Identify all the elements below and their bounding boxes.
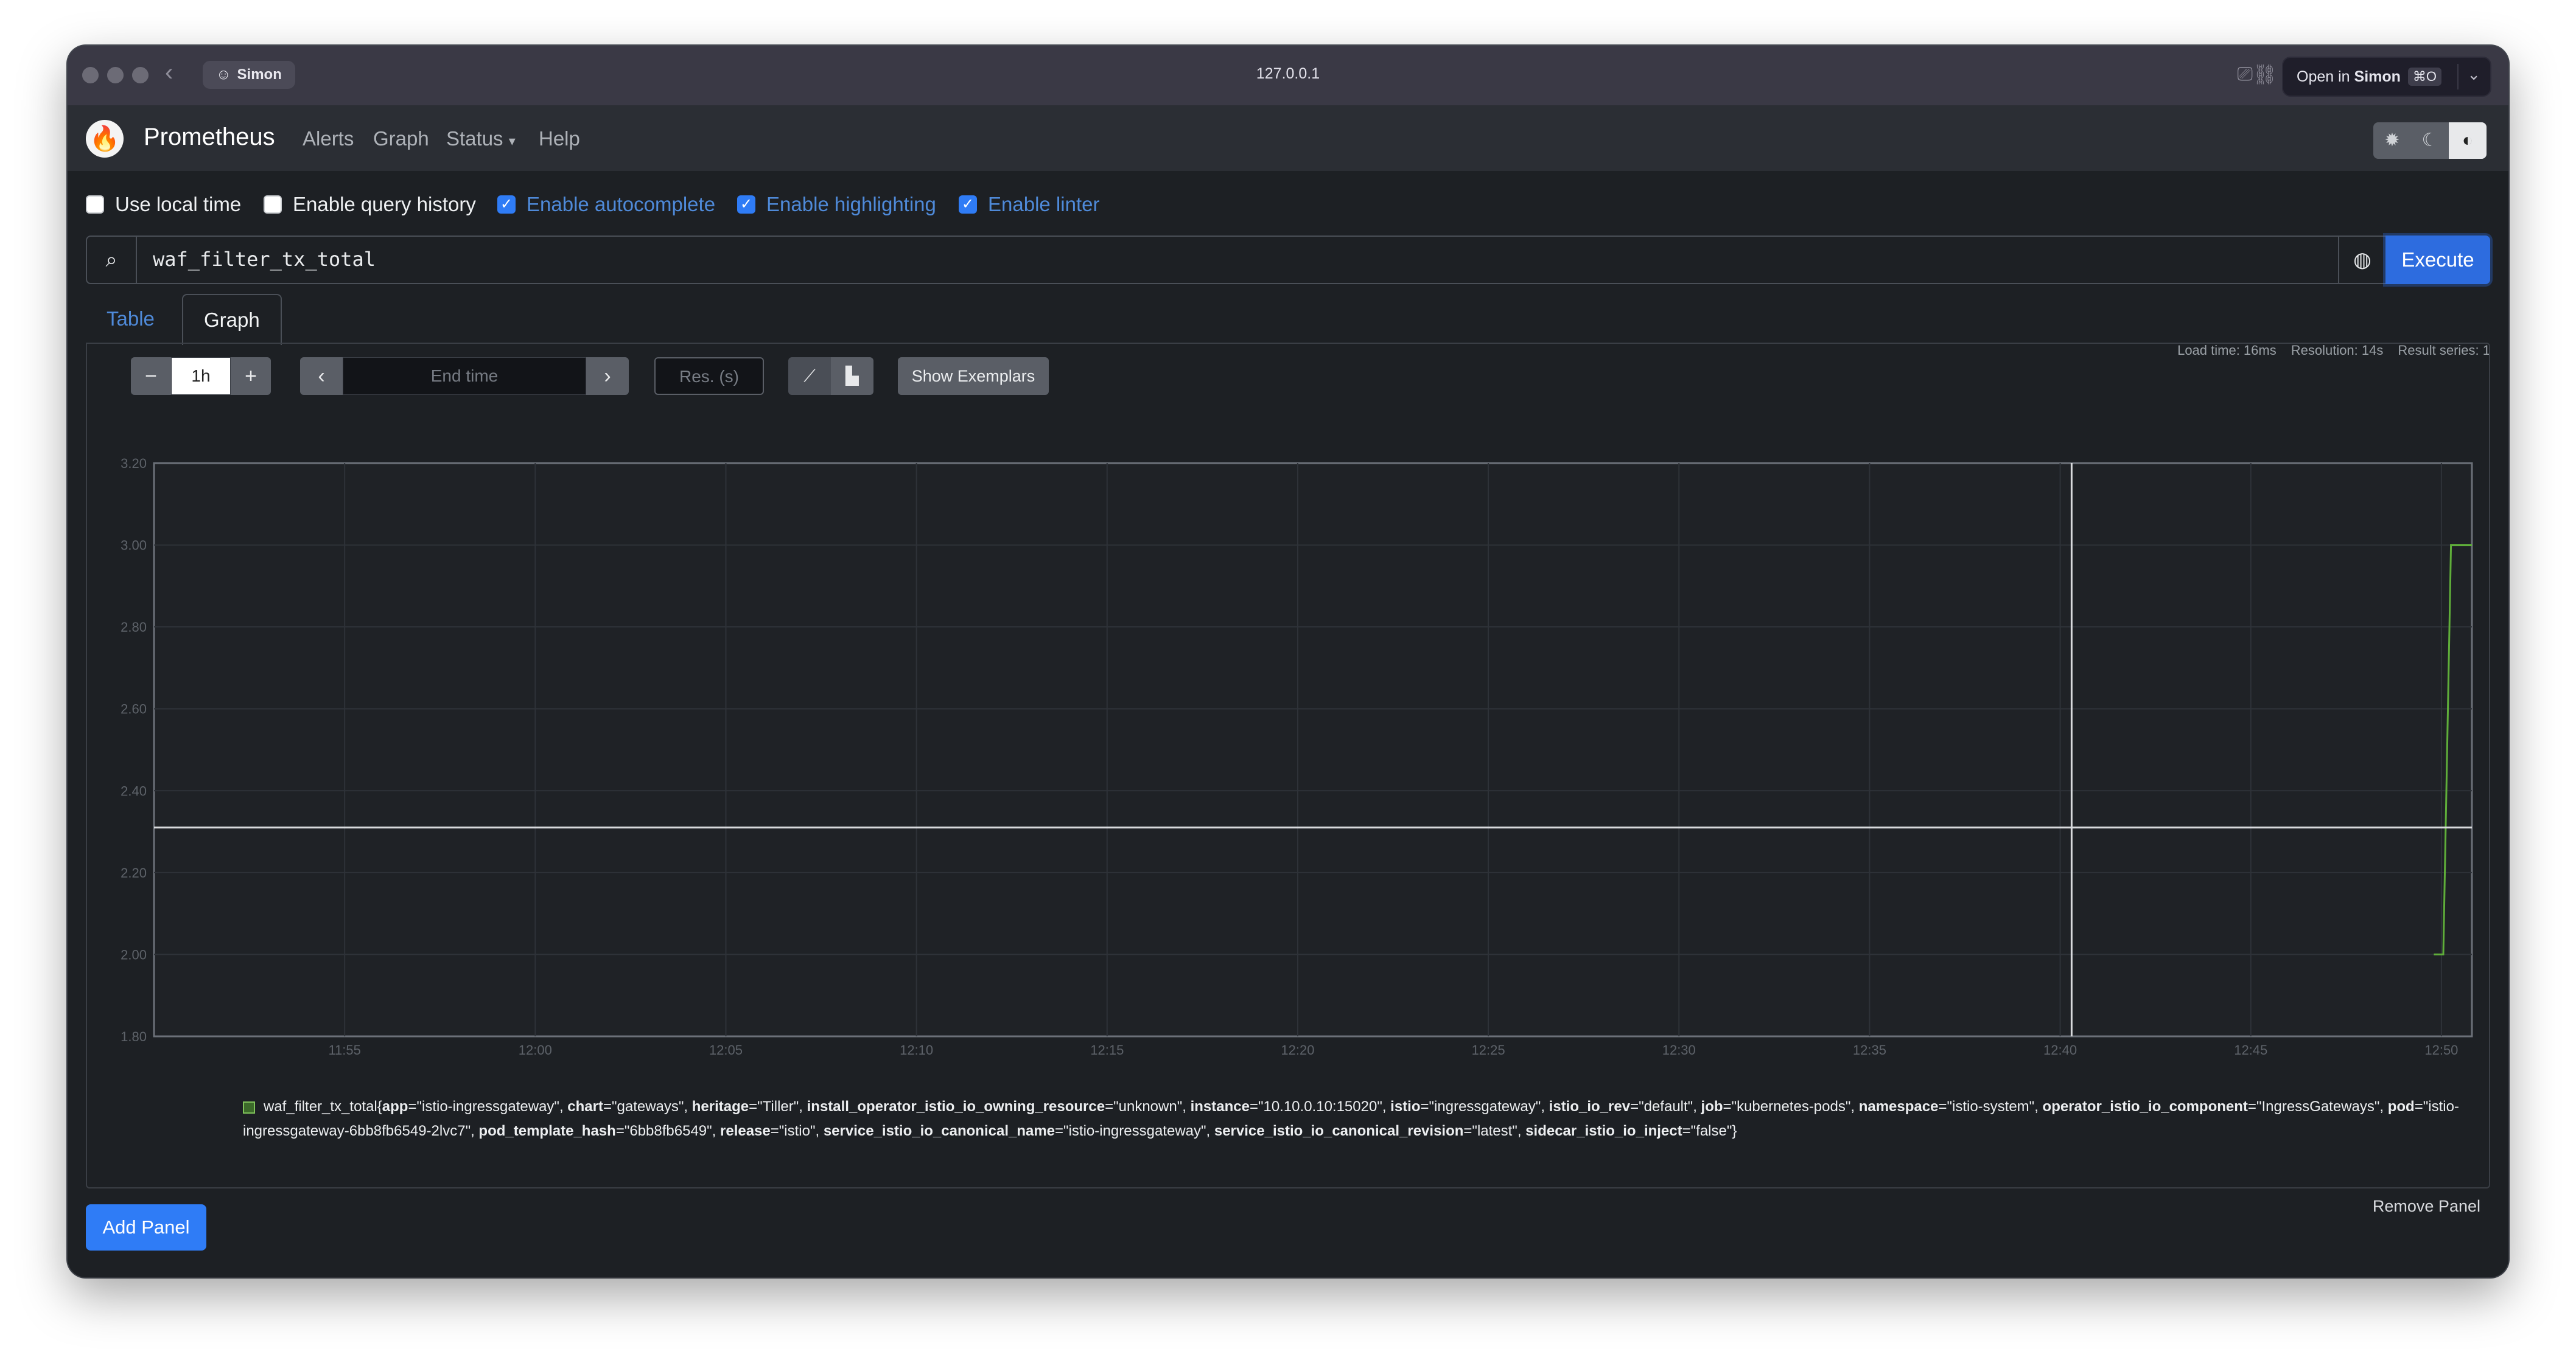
search-icon: ⌕ [87, 237, 137, 283]
nav-alerts[interactable]: Alerts [303, 127, 354, 150]
resolution-input[interactable]: Res. (s) [654, 357, 764, 395]
end-time-input[interactable]: End time [343, 357, 586, 395]
brand-title[interactable]: Prometheus [144, 124, 275, 151]
use-local-time-checkbox[interactable]: Use local time [86, 193, 241, 216]
range-input[interactable]: 1h [171, 357, 231, 395]
show-exemplars-button[interactable]: Show Exemplars [898, 357, 1049, 395]
query-history-checkbox[interactable]: Enable query history [264, 193, 476, 216]
y-tick-label: 3.20 [121, 456, 147, 471]
url-bar[interactable]: 127.0.0.1 [68, 65, 2508, 83]
highlighting-checkbox[interactable]: ✓ Enable highlighting [737, 193, 936, 216]
plot-area [153, 462, 2473, 1038]
nav-help[interactable]: Help [539, 127, 580, 150]
chevron-right-icon[interactable]: › [586, 357, 629, 395]
panel-tabs: Table Graph [86, 294, 2490, 345]
checkmark-icon[interactable]: ✓ [497, 195, 516, 214]
range-increase-button[interactable]: + [231, 357, 271, 395]
nav-graph[interactable]: Graph [373, 127, 429, 150]
theme-toggle-group: ✹ ☾ ◐ [2373, 122, 2487, 159]
x-tick-label: 12:10 [900, 1042, 933, 1058]
y-tick-label: 2.60 [121, 702, 147, 717]
nav-status[interactable]: Status ▾ [446, 127, 516, 150]
tab-graph[interactable]: Graph [182, 294, 282, 345]
caret-down-icon: ▾ [508, 133, 516, 148]
checkmark-icon[interactable]: ✓ [959, 195, 977, 214]
prometheus-navbar: 🔥 Prometheus Alerts Graph Status ▾ Help … [68, 105, 2508, 171]
chart-grid [153, 462, 2473, 1038]
x-tick-label: 12:00 [519, 1042, 552, 1058]
y-tick-label: 2.80 [121, 619, 147, 635]
y-axis-ticks: 3.20 3.00 2.80 2.60 2.40 2.20 2.00 1.80 [121, 456, 147, 1044]
chevron-left-icon[interactable]: ‹ [300, 357, 343, 395]
remove-panel-button[interactable]: Remove Panel [2373, 1197, 2480, 1216]
open-in-shortcut: ⌘O [2407, 68, 2442, 86]
open-in-profile: Simon [2354, 68, 2401, 85]
light-theme-icon[interactable]: ✹ [2373, 122, 2411, 159]
x-tick-label: 12:15 [1090, 1042, 1124, 1058]
add-panel-button[interactable]: Add Panel [86, 1204, 206, 1251]
expression-input[interactable]: waf_filter_tx_total [153, 248, 376, 271]
link-icon[interactable]: ⛓ [2252, 63, 2277, 86]
x-tick-label: 12:25 [1472, 1042, 1505, 1058]
execute-button[interactable]: Execute [2385, 236, 2490, 284]
chevron-down-icon[interactable]: ⌄ [2467, 65, 2480, 84]
x-tick-label: 12:05 [709, 1042, 743, 1058]
range-decrease-button[interactable]: − [131, 357, 171, 395]
autocomplete-checkbox[interactable]: ✓ Enable autocomplete [497, 193, 715, 216]
series-legend-text[interactable]: waf_filter_tx_total{app="istio-ingressga… [243, 1098, 2459, 1139]
browser-titlebar: ‹ ☺ Simon 127.0.0.1 ⎚ ⛓ Open in Simon ⌘O… [68, 46, 2508, 106]
tab-table[interactable]: Table [86, 294, 175, 344]
open-in-prefix: Open in [2297, 68, 2350, 85]
stacked-chart-icon[interactable]: ▙ [831, 357, 873, 395]
x-tick-label: 12:50 [2424, 1042, 2458, 1058]
x-tick-label: 12:20 [1281, 1042, 1314, 1058]
metrics-explorer-globe-icon[interactable]: ◍ [2338, 237, 2385, 283]
query-options: Use local time Enable query history ✓ Ena… [68, 171, 2508, 232]
y-tick-label: 1.80 [121, 1029, 147, 1044]
x-tick-label: 12:35 [1853, 1042, 1886, 1058]
y-tick-label: 2.00 [121, 947, 147, 962]
x-tick-label: 12:30 [1662, 1042, 1696, 1058]
auto-theme-icon[interactable]: ◐ [2449, 122, 2487, 159]
graph-chart[interactable]: 3.20 3.00 2.80 2.60 2.40 2.20 2.00 1.80 11:55 12… [86, 453, 2490, 1062]
checkmark-icon[interactable]: ✓ [737, 195, 755, 214]
x-tick-label: 12:40 [2043, 1042, 2077, 1058]
browser-window: ‹ ☺ Simon 127.0.0.1 ⎚ ⛓ Open in Simon ⌘O… [68, 46, 2508, 1277]
y-tick-label: 2.20 [121, 865, 147, 881]
series-color-swatch[interactable] [243, 1101, 255, 1114]
y-tick-label: 3.00 [121, 538, 147, 553]
y-tick-label: 2.40 [121, 783, 147, 798]
x-tick-label: 12:45 [2234, 1042, 2267, 1058]
x-tick-label: 11:55 [328, 1042, 360, 1058]
line-chart-icon[interactable]: ⟋ [788, 357, 831, 395]
query-bar: ⌕ waf_filter_tx_total ◍ Execute [86, 236, 2490, 284]
dark-theme-icon[interactable]: ☾ [2411, 122, 2449, 159]
linter-checkbox[interactable]: ✓ Enable linter [959, 193, 1099, 216]
open-in-button[interactable]: Open in Simon ⌘O ⌄ [2282, 57, 2491, 97]
x-axis-ticks: 11:55 12:00 12:05 12:10 12:15 12:20 12:25 12:30… [328, 1042, 2458, 1058]
prometheus-logo-icon[interactable]: 🔥 [86, 120, 124, 158]
camera-icon[interactable]: ⎚ [2237, 63, 2253, 86]
series-legend: waf_filter_tx_total{app="istio-ingressga… [243, 1095, 2495, 1143]
